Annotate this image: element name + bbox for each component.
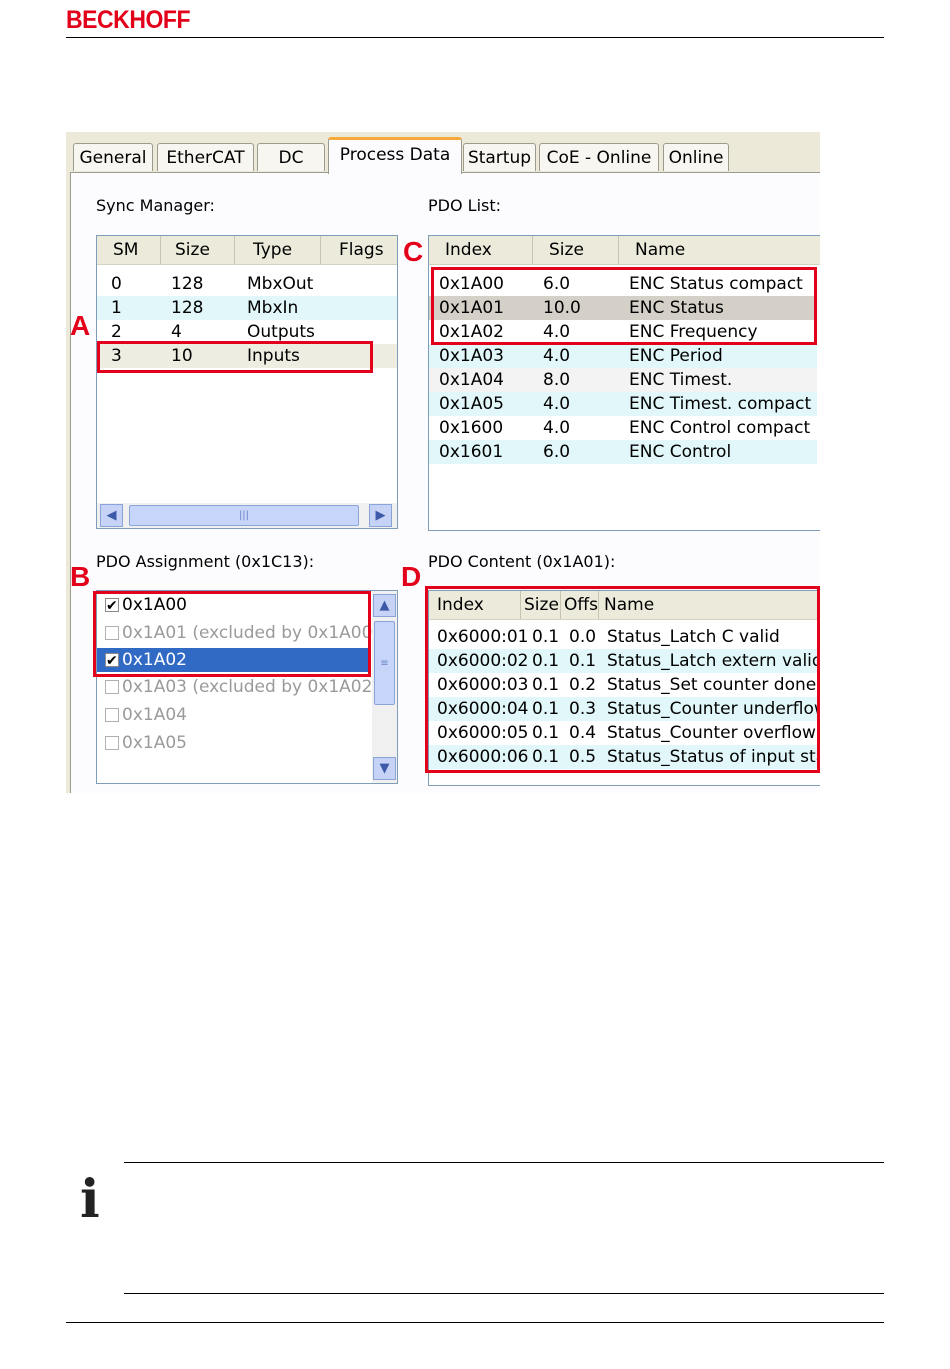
pdo-content-label: PDO Content (0x1A01): (428, 552, 616, 571)
tab-ethercat[interactable]: EtherCAT (157, 143, 254, 171)
marker-b: B (70, 561, 91, 592)
arrow-left-icon[interactable]: ◀ (100, 504, 123, 527)
checkbox-unchecked-icon[interactable] (105, 736, 119, 750)
col-flags[interactable]: Flags (321, 236, 397, 264)
checkbox-unchecked-icon[interactable] (105, 708, 119, 722)
vertical-scrollbar[interactable]: ▲ ≡ ▼ (372, 591, 397, 783)
index-cell: 0x1601 (439, 442, 504, 462)
name-cell: ENC Control compact (629, 418, 811, 438)
index-cell: 0x1A05 (439, 394, 504, 414)
process-data-window: General EtherCAT DC Process Data Startup… (66, 132, 820, 793)
highlight-box-a (97, 341, 373, 373)
arrow-down-icon[interactable]: ▼ (373, 757, 396, 780)
list-item[interactable]: 0x1A03 (excluded by 0x1A02) (97, 675, 397, 699)
tab-bar: General EtherCAT DC Process Data Startup… (66, 132, 820, 174)
index-cell: 0x1A03 (439, 346, 504, 366)
tab-process-data[interactable]: Process Data (328, 137, 462, 174)
list-item[interactable]: 0x1A05 (97, 731, 397, 755)
marker-a: A (70, 310, 91, 341)
pdo-assignment-label: PDO Assignment (0x1C13): (96, 552, 315, 571)
size-cell: 4.0 (543, 346, 571, 366)
arrow-right-icon[interactable]: ▶ (369, 504, 392, 527)
arrow-up-icon[interactable]: ▲ (373, 594, 396, 617)
horizontal-scrollbar[interactable]: ◀ ||| ▶ (97, 503, 397, 528)
table-row[interactable]: 1 128 MbxIn (97, 296, 397, 320)
sync-manager-header: SM Size Type Flags (97, 236, 397, 265)
type-cell: MbxOut (247, 274, 314, 294)
table-row[interactable]: 0x1A05 4.0 ENC Timest. compact (429, 392, 817, 416)
tab-dc[interactable]: DC (257, 143, 325, 171)
index-cell: 0x1600 (439, 418, 504, 438)
pdo-assignment-text: 0x1A03 (excluded by 0x1A02) (122, 677, 380, 697)
highlight-box-d (425, 586, 820, 773)
index-cell: 0x1A04 (439, 370, 504, 390)
table-row[interactable]: 0x1600 4.0 ENC Control compact (429, 416, 817, 440)
type-cell: MbxIn (247, 298, 299, 318)
sm-cell: 1 (111, 298, 122, 318)
sm-cell: 0 (111, 274, 122, 294)
col-name[interactable]: Name (619, 236, 820, 264)
note-bottom-rule (124, 1293, 884, 1294)
col-size[interactable]: Size (533, 236, 619, 264)
pdo-list-header: Index Size Name (429, 236, 820, 265)
pdo-assignment-text: 0x1A05 (122, 733, 187, 753)
highlight-box-c (431, 267, 817, 345)
marker-c: C (403, 236, 424, 267)
size-cell: 4.0 (543, 418, 571, 438)
table-row[interactable]: 0 128 MbxOut (97, 272, 397, 296)
pdo-list-label: PDO List: (428, 196, 502, 215)
tab-online[interactable]: Online (663, 143, 729, 171)
name-cell: ENC Timest. compact (629, 394, 812, 414)
name-cell: ENC Control (629, 442, 732, 462)
col-type[interactable]: Type (235, 236, 321, 264)
table-row[interactable]: 0x1601 6.0 ENC Control (429, 440, 817, 464)
tab-general[interactable]: General (73, 143, 153, 171)
size-cell: 128 (171, 298, 204, 318)
info-icon: i (80, 1169, 100, 1230)
sync-manager-table: SM Size Type Flags 0 128 MbxOut 1 128 Mb… (96, 235, 398, 529)
pdo-assignment-text: 0x1A04 (122, 705, 187, 725)
note-top-rule (124, 1162, 884, 1163)
table-row[interactable]: 0x1A04 8.0 ENC Timest. (429, 368, 817, 392)
scroll-thumb[interactable]: ||| (129, 505, 359, 526)
tab-coe-online[interactable]: CoE - Online (539, 143, 659, 171)
scroll-thumb[interactable]: ≡ (374, 621, 395, 705)
table-row[interactable]: 0x1A03 4.0 ENC Period (429, 344, 817, 368)
sync-manager-label: Sync Manager: (96, 196, 215, 215)
col-index[interactable]: Index (429, 236, 533, 264)
size-cell: 6.0 (543, 442, 571, 462)
list-item[interactable]: 0x1A04 (97, 703, 397, 727)
size-cell: 4.0 (543, 394, 571, 414)
highlight-box-b (93, 591, 371, 677)
col-sm[interactable]: SM (97, 236, 161, 264)
col-size[interactable]: Size (161, 236, 235, 264)
size-cell: 128 (171, 274, 204, 294)
checkbox-unchecked-icon[interactable] (105, 680, 119, 694)
size-cell: 8.0 (543, 370, 571, 390)
name-cell: ENC Timest. (629, 370, 733, 390)
header-rule (66, 37, 884, 38)
marker-d: D (401, 561, 422, 592)
footer-rule (66, 1322, 884, 1323)
beckhoff-logo: BECKHOFF (66, 6, 191, 34)
name-cell: ENC Period (629, 346, 723, 366)
tab-startup[interactable]: Startup (463, 143, 536, 171)
